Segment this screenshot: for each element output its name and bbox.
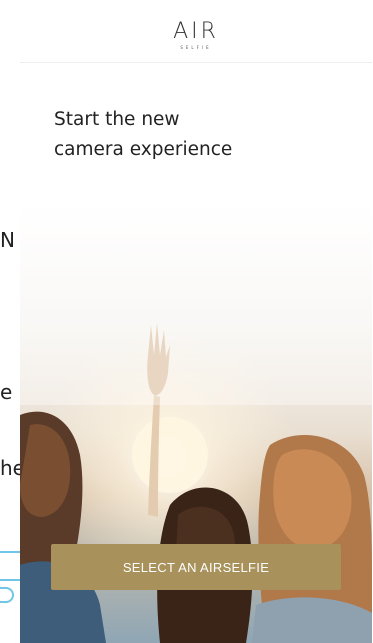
background-outline-shape xyxy=(0,587,14,603)
splash-screen: AIR SELFIE Start the new camera experien… xyxy=(20,5,372,643)
headline-line-1: Start the new xyxy=(54,109,180,130)
headline: Start the new camera experience xyxy=(54,105,314,165)
select-airselfie-button[interactable]: SELECT AN AIRSELFIE xyxy=(51,544,341,590)
screen: N e he AIR SELFIE Start the new camera e… xyxy=(0,0,373,643)
app-logo-subtitle: SELFIE xyxy=(180,45,212,50)
background-text-fragment: e xyxy=(0,380,13,404)
app-header: AIR SELFIE xyxy=(20,5,372,63)
app-logo: AIR xyxy=(173,19,219,44)
background-text-fragment: N xyxy=(0,228,15,252)
headline-line-2: camera experience xyxy=(54,139,233,160)
